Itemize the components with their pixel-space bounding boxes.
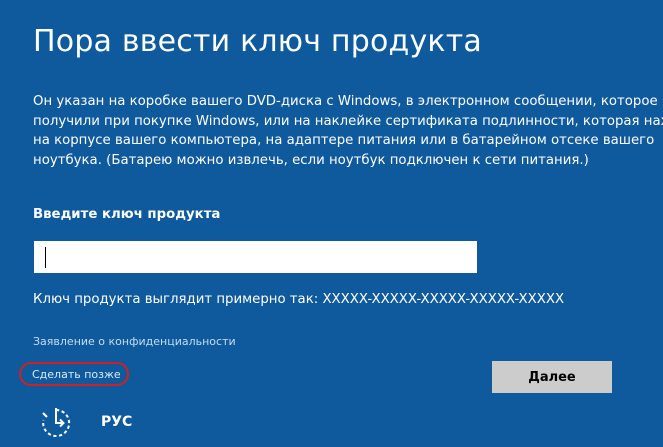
product-key-label: Введите ключ продукта bbox=[33, 207, 221, 222]
text-caret bbox=[45, 247, 46, 268]
page-title: Пора ввести ключ продукта bbox=[33, 24, 482, 59]
language-indicator[interactable]: РУС bbox=[101, 414, 132, 430]
instructions-text: Он указан на коробке вашего DVD-диска с … bbox=[33, 94, 663, 168]
key-format-example: Ключ продукта выглядит примерно так: XXX… bbox=[33, 292, 565, 307]
next-button[interactable]: Далее bbox=[492, 361, 612, 393]
do-later-link[interactable]: Сделать позже bbox=[32, 368, 121, 381]
privacy-statement-link[interactable]: Заявление о конфиденциальности bbox=[33, 335, 236, 348]
product-key-input[interactable] bbox=[34, 241, 477, 273]
ease-of-access-icon[interactable] bbox=[37, 404, 75, 442]
